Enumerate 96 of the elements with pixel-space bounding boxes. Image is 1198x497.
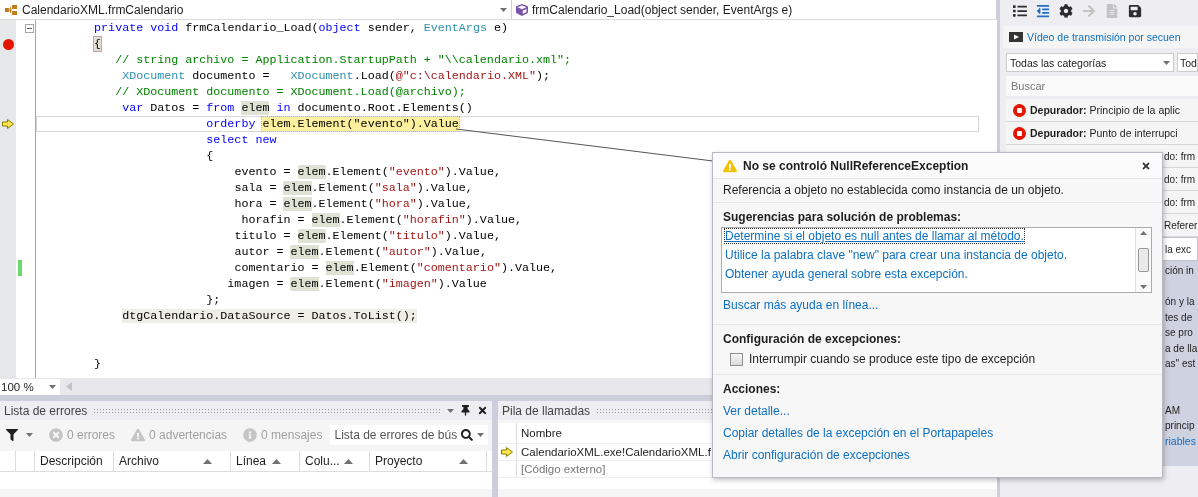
filter-dropdown[interactable]: Tod (1177, 53, 1198, 72)
warning-icon (723, 158, 737, 173)
warning-icon (131, 428, 146, 442)
tip-link[interactable]: Obtener ayuda general sobre esta excepción. (725, 267, 968, 281)
search-field[interactable]: Lista de errores de bús (330, 425, 489, 445)
code-line: var Datos = from elem in documento.Root.Elements() (122, 101, 473, 115)
tip-link[interactable]: Utilice la palabra clave "new" para crear una instancia de objeto. (725, 248, 1068, 262)
code-line: private void frmCalendario_Load(object sender, EventArgs e) (94, 21, 508, 35)
breakpoint-icon[interactable] (2, 38, 14, 50)
detail-text: tes de (1165, 311, 1193, 323)
column-header[interactable]: Archivo (114, 451, 231, 471)
event-text[interactable]: la exc (1165, 243, 1192, 255)
column-header[interactable]: Nombre (517, 427, 562, 439)
panel-title: Pila de llamadas (502, 403, 591, 418)
checkbox-label[interactable]: Interrumpir cuando se produce este tipo de excepción (749, 352, 1036, 366)
scroll-up-icon[interactable] (1140, 231, 1147, 235)
detail-text: as" est (1165, 358, 1196, 370)
caret-icon (500, 7, 507, 12)
member-dropdown[interactable]: frmCalendario_Load(object sender, EventArgs e) (512, 0, 997, 19)
code-line: evento = elem.Element("evento").Value, (234, 165, 501, 179)
collapse-icon[interactable] (24, 23, 34, 33)
caret-icon (447, 408, 454, 413)
category-dropdown[interactable]: Todas las categorías (1006, 53, 1174, 72)
list-icon[interactable] (1013, 4, 1027, 18)
detail-text: ón y la (1165, 296, 1195, 308)
caret-icon (477, 433, 485, 437)
caret-icon (1163, 60, 1170, 65)
exception-message: Referencia a objeto no establecida como instancia de un objeto. (723, 183, 1065, 197)
class-icon (4, 3, 18, 16)
code-line: XDocument documento = XDocument.Load(@"c:\calendario.XML"); (122, 69, 551, 83)
code-line: { (206, 149, 214, 163)
stack-frame[interactable]: [Código externo] (517, 463, 606, 475)
save-icon[interactable] (1128, 4, 1142, 18)
code-line: }; (206, 293, 221, 307)
close-icon[interactable] (477, 405, 488, 416)
panel-title: Lista de errores (4, 403, 88, 418)
detail-text: se pro (1165, 327, 1193, 339)
info-icon (243, 428, 258, 442)
action-link[interactable]: Copiar detalles de la excepción en el Portapapeles (723, 426, 994, 440)
section-heading: Sugerencias para solución de problemas: (723, 210, 963, 224)
code-line: orderby elem.Element("evento").Value (206, 117, 459, 131)
code-line: } (94, 357, 102, 371)
event-text[interactable]: do: frm (1164, 173, 1196, 185)
code-line: // string archivo = Application.StartupPath + "\\calendario.xml"; (115, 53, 572, 67)
detail-text: ción in (1165, 265, 1194, 277)
scroll-down-icon[interactable] (1140, 285, 1147, 289)
code-line: // XDocument documento = XDocument.Load(@archivo); (115, 85, 466, 99)
class-dropdown[interactable]: CalendarioXML.frmCalendario (0, 0, 512, 19)
zoom-dropdown[interactable]: 100 % (0, 378, 60, 395)
code-line: autor = elem.Element("autor").Value, (234, 245, 487, 259)
checkbox[interactable] (730, 352, 743, 366)
column-header[interactable]: Proyecto (370, 451, 487, 471)
code-line: imagen = elem.Element("imagen").Value (227, 277, 487, 291)
section-heading: Acciones: (723, 382, 782, 396)
column-header[interactable]: Línea (231, 451, 300, 471)
search-icon (461, 429, 474, 441)
sort-icon (203, 458, 212, 464)
caret-icon (49, 384, 56, 389)
code-line: titulo = elem.Element("titulo").Value, (234, 229, 501, 243)
scrollbar[interactable] (1135, 228, 1151, 292)
breakpoint-event-icon (1013, 103, 1026, 117)
sort-icon (343, 458, 353, 464)
code-line: hora = elem.Element("hora").Value, (234, 197, 473, 211)
column-header[interactable]: Colu... (300, 451, 370, 471)
help-link[interactable]: Buscar más ayuda en línea... (723, 298, 879, 312)
event-text[interactable]: do: frm (1164, 150, 1196, 162)
filter-icon[interactable] (6, 429, 18, 441)
action-link[interactable]: Abrir configuración de excepciones (723, 448, 910, 462)
video-icon (1009, 32, 1023, 42)
caret-icon (26, 433, 33, 437)
sort-icon (272, 458, 281, 464)
pin-icon[interactable] (460, 405, 471, 416)
column-header[interactable]: Descripción (35, 451, 114, 471)
error-icon (49, 428, 63, 442)
stack-frame[interactable]: CalendarioXML.exe!CalendarioXML.f (517, 446, 711, 458)
search-field[interactable]: Buscar (1006, 76, 1198, 96)
detail-text: princip (1165, 420, 1195, 432)
code-line: horafin = elem.Element("horafin").Value, (241, 213, 522, 227)
method-icon (516, 3, 528, 16)
detail-link[interactable]: riables (1165, 435, 1196, 448)
code-line: comentario = elem.Element("comentario").Value, (234, 261, 558, 275)
code-line: sala = elem.Element("sala").Value, (234, 181, 473, 195)
code-line: select new (206, 133, 277, 147)
section-heading: Configuración de excepciones: (723, 332, 903, 346)
tip-link[interactable]: Determine si el objeto es null antes de llamar al método. (725, 229, 1024, 243)
action-link[interactable]: Ver detalle... (723, 404, 790, 418)
scroll-thumb[interactable] (1138, 248, 1149, 272)
event-text[interactable]: Referer (1164, 219, 1198, 231)
popup-title: No se controló NullReferenceException (743, 158, 970, 173)
settings-icon[interactable] (1059, 4, 1073, 18)
breakpoint-event-icon (1013, 126, 1026, 140)
event-text[interactable]: do: frm (1164, 196, 1196, 208)
outdent-icon[interactable] (1036, 4, 1050, 18)
detail-text: AM (1165, 404, 1180, 416)
sort-icon (459, 458, 468, 464)
detail-text: a de lla (1165, 342, 1198, 354)
